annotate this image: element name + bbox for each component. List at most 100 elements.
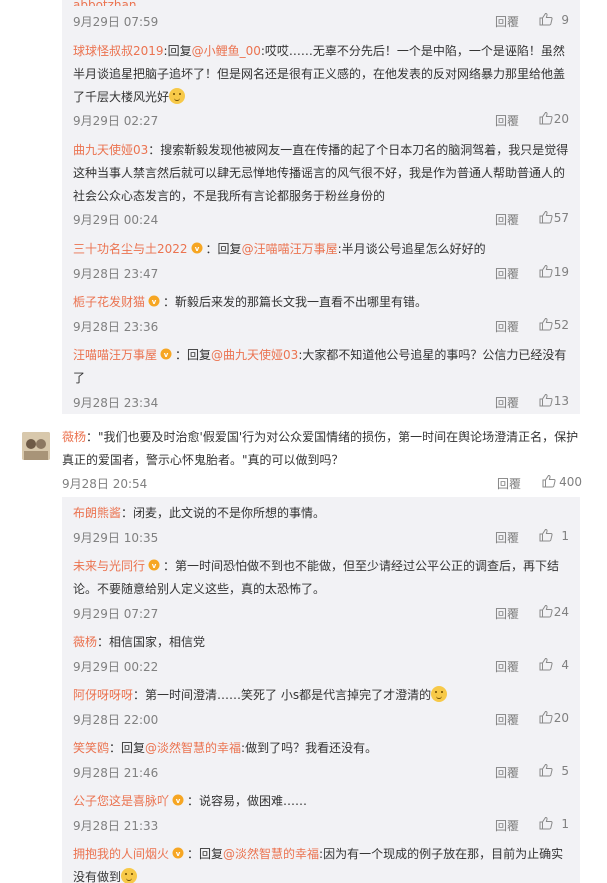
vip-badge-icon [171,794,185,806]
like-count: 9 [561,13,569,27]
username[interactable]: 笑笑鸥 [73,741,109,755]
mention-link[interactable]: @淡然智慧的幸福 [223,847,319,861]
thumbs-up-icon[interactable] [539,604,553,618]
reply-button[interactable]: 回覆 [495,318,519,335]
list-item: 曲九天使娅03：搜索靳毅发现他被网友一直在传播的起了个日本刀名的脑洞驾着，我只是… [73,139,573,227]
reply-button[interactable]: 回覆 [497,475,521,492]
reply-meta: 9月28日 21:33 回覆 1 [73,817,573,835]
username[interactable]: 薇杨 [62,430,86,444]
thumbs-up-icon[interactable] [539,210,553,224]
mention-link[interactable]: @小鲤鱼_00 [192,44,261,58]
reply-button[interactable]: 回覆 [495,658,519,675]
reply-button[interactable]: 回覆 [495,394,519,411]
thumbs-up-icon[interactable] [539,816,553,830]
reply-meta: 9月28日 21:46 回覆 5 [73,764,573,782]
reply-text: ：第一时间恐怕做不到也不能做，但至少请经过公平公正的调查后，再下结论。不要随意给… [73,559,560,596]
timestamp: 9月28日 22:00 [73,713,159,727]
reply-text: ：说容易，做困难…… [187,794,308,808]
avatar-image-icon [22,432,50,460]
reply-button[interactable]: 回覆 [495,764,519,781]
like-count: 5 [561,764,569,778]
username[interactable]: abbotzhan [73,0,137,6]
reply-prefix: ：回复 [109,741,146,755]
list-item: 布朗熊酱：闭麦，此文说的不是你所想的事情。 9月29日 10:35 回覆 1 [73,502,573,545]
reply-meta: 9月29日 07:27 回覆 24 [73,605,573,623]
like-count: 4 [561,658,569,672]
thumbs-up-icon[interactable] [539,264,553,278]
reply-text: ：相信国家，相信党 [97,635,206,649]
mention-link[interactable]: @淡然智慧的幸福 [145,741,241,755]
list-item: 三十功名尘与土2022 ：回复@汪喵喵汪万事屋:半月谈公号追星怎么好好的 9月28… [73,238,573,281]
like-count: 1 [561,817,569,831]
reply-button[interactable]: 回覆 [495,711,519,728]
reply-prefix: ：回复 [175,348,212,362]
reply-prefix: ：回复 [187,847,224,861]
like-count: 57 [553,211,569,225]
comment-meta: 9月28日 20:54 回覆 400 [62,475,582,493]
reply-button[interactable]: 回覆 [495,13,519,30]
reply-meta: 9月28日 23:34 回覆 13 [73,394,573,412]
list-item: 公子您这是喜脉吖 ：说容易，做困难…… 9月28日 21:33 回覆 1 [73,790,573,833]
like-count: 20 [553,711,569,725]
reply-button[interactable]: 回覆 [495,112,519,129]
list-item: 阿伢呀呀呀：第一时间澄清……笑死了 小s都是代言掉完了才澄清的 9月28日 22… [73,684,573,727]
username[interactable]: 布朗熊酱 [73,506,121,520]
thumbs-up-icon[interactable] [539,710,553,724]
reply-text: ：搜索靳毅发现他被网友一直在传播的起了个日本刀名的脑洞驾着，我只是觉得这种当事人… [73,143,569,203]
smile-emoji-icon [121,868,138,883]
timestamp: 9月28日 20:54 [62,477,148,491]
reply-text: :做到了吗？我看还没有。 [241,741,378,755]
thumbs-up-icon[interactable] [539,111,553,125]
vip-badge-icon [190,242,204,254]
reply-meta: 9月29日 10:35 回覆 1 [73,529,573,547]
thumbs-up-icon[interactable] [539,657,553,671]
username[interactable]: 汪喵喵汪万事屋 [73,348,157,362]
username[interactable]: 公子您这是喜脉吖 [73,794,169,808]
username[interactable]: 栀子花发财猫 [73,295,145,309]
timestamp: 9月29日 07:27 [73,607,159,621]
username[interactable]: 三十功名尘与土2022 [73,242,188,256]
reply-meta: 9月29日 07:59 回覆 9 [73,13,573,31]
thumbs-up-icon[interactable] [542,474,556,488]
like-count: 19 [553,265,569,279]
thumbs-up-icon[interactable] [539,317,553,331]
username[interactable]: 球球怪叔叔2019 [73,44,164,58]
reply-button[interactable]: 回覆 [495,605,519,622]
reply-meta: 9月29日 00:22 回覆 4 [73,658,573,676]
username[interactable]: 未来与光同行 [73,559,145,573]
reply-meta: 9月28日 22:00 回覆 20 [73,711,573,729]
reply-prefix: ：回复 [205,242,242,256]
thumbs-up-icon[interactable] [539,763,553,777]
thumbs-up-icon[interactable] [539,12,553,26]
vip-badge-icon [171,847,185,859]
timestamp: 9月28日 23:36 [73,320,159,334]
vip-badge-icon [147,559,161,571]
username[interactable]: 薇杨 [73,635,97,649]
reply-button[interactable]: 回覆 [495,265,519,282]
reply-button[interactable]: 回覆 [495,211,519,228]
thumbs-up-icon[interactable] [539,528,553,542]
list-item: 薇杨：相信国家，相信党 9月29日 00:22 回覆 4 [73,631,573,674]
timestamp: 9月28日 21:46 [73,766,159,780]
username[interactable]: 阿伢呀呀呀 [73,688,133,702]
list-item: 未来与光同行 ：第一时间恐怕做不到也不能做，但至少请经过公平公正的调查后，再下结论… [73,555,573,621]
avatar[interactable] [22,432,50,460]
smile-emoji-icon [431,686,448,702]
list-item: 汪喵喵汪万事屋 ：回复@曲九天使娅03:大家都不知道他公号追星的事吗？公信力已经没… [73,344,573,410]
timestamp: 9月29日 07:59 [73,15,159,29]
like-count: 20 [553,112,569,126]
username[interactable]: 拥抱我的人间烟火 [73,847,169,861]
comment-list: abbotzhan 9月29日 07:59 回覆 9 球球怪叔叔2019:回复@… [0,0,607,883]
reply-button[interactable]: 回覆 [495,529,519,546]
vip-badge-icon [147,295,161,307]
reply-button[interactable]: 回覆 [495,817,519,834]
timestamp: 9月29日 02:27 [73,114,159,128]
like-count: 24 [553,605,569,619]
like-count: 1 [561,529,569,543]
list-item: 球球怪叔叔2019:回复@小鲤鱼_00:哎哎……无辜不分先后！一个是中陷，一个是… [73,40,573,128]
mention-link[interactable]: @曲九天使娅03 [211,348,298,362]
reply-meta: 9月29日 02:27 回覆 20 [73,112,573,130]
mention-link[interactable]: @汪喵喵汪万事屋 [242,242,338,256]
username[interactable]: 曲九天使娅03 [73,143,148,157]
thumbs-up-icon[interactable] [539,393,553,407]
